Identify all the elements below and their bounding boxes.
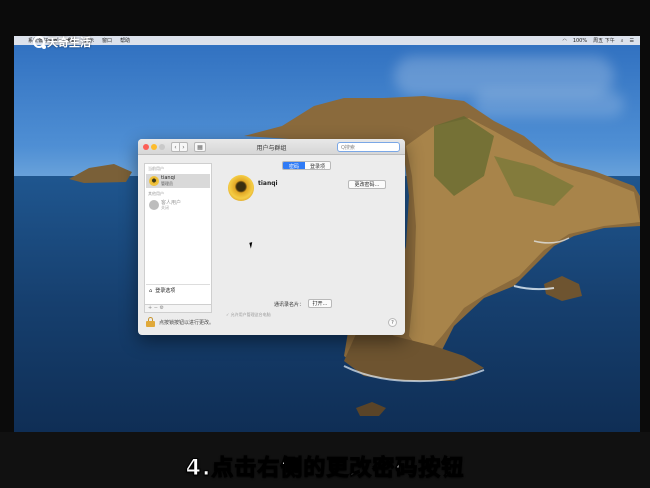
clock[interactable]: 周五 下午 (593, 37, 615, 44)
window-titlebar: ‹ › ▦ 用户与群组 Q搜索 (138, 139, 405, 155)
user-picture[interactable] (228, 175, 254, 201)
control-center-icon[interactable]: ☰ (630, 38, 634, 44)
tab-login-items[interactable]: 登录项 (305, 162, 331, 169)
video-caption: 4.点击右侧的更改密码按钮 (185, 456, 465, 482)
wifi-icon[interactable]: ◠ (562, 38, 566, 44)
spotlight-icon[interactable]: ⌕ (621, 38, 624, 44)
avatar (149, 176, 159, 186)
search-input[interactable]: Q搜索 (337, 142, 400, 152)
battery-percent[interactable]: 100% (573, 38, 587, 44)
lock-icon[interactable] (146, 317, 155, 327)
guest-status: 关闭 (161, 205, 169, 210)
users-sidebar: 当前用户 tianqi 管理员 其他用户 客人用户 关闭 ⌂ 登录选项 (144, 163, 212, 305)
watermark-logo: 天奇生活 (33, 34, 91, 50)
menu-item-help[interactable]: 帮助 (120, 37, 130, 44)
guest-avatar-icon (149, 200, 159, 210)
tab-password[interactable]: 密码 (283, 162, 306, 169)
monitor-bezel-top (0, 0, 650, 36)
watermark-ring-icon (33, 36, 46, 49)
login-options-item[interactable]: ⌂ 登录选项 (146, 284, 210, 296)
login-options-label: 登录选项 (155, 288, 176, 294)
other-users-header: 其他用户 (148, 191, 164, 196)
sidebar-item-guest-user[interactable]: 客人用户 关闭 (146, 198, 210, 212)
user-detail-pane: 密码 登录项 tianqi 更改密码… 通讯录名片： 打开… ✓ 允许用户管理这… (216, 159, 401, 317)
current-user-header: 当前用户 (148, 166, 164, 171)
watermark-text: 天奇生活 (47, 36, 91, 49)
tab-bar: 密码 登录项 (282, 161, 332, 170)
menu-item-window[interactable]: 窗口 (102, 37, 112, 44)
user-full-name: tianqi (258, 180, 278, 187)
sidebar-toolbar[interactable]: + − ⚙ (144, 305, 212, 313)
status-area: ◠ 100% 周五 下午 ⌕ ☰ (562, 36, 634, 45)
admin-checkbox[interactable]: ✓ 允许用户管理这台电脑 (226, 312, 271, 318)
video-frame: 系统偏好设置 编辑 显示 窗口 帮助 ◠ 100% 周五 下午 ⌕ ☰ 天奇生活… (0, 0, 650, 488)
help-button[interactable]: ? (388, 318, 397, 327)
monitor-bezel-right (640, 36, 650, 432)
contact-card-label: 通讯录名片： (274, 302, 305, 308)
sidebar-item-current-user[interactable]: tianqi 管理员 (146, 174, 210, 188)
users-groups-window: ‹ › ▦ 用户与群组 Q搜索 当前用户 tianqi 管理员 其他用户 客人用… (138, 139, 405, 335)
house-icon: ⌂ (149, 287, 153, 294)
monitor-bezel-left (0, 36, 14, 432)
user-role: 管理员 (161, 181, 173, 186)
open-button[interactable]: 打开… (308, 299, 332, 308)
menu-bar: 系统偏好设置 编辑 显示 窗口 帮助 ◠ 100% 周五 下午 ⌕ ☰ (14, 36, 640, 45)
lock-hint-text: 点按锁按钮以进行更改。 (159, 320, 215, 326)
change-password-button[interactable]: 更改密码… (348, 180, 386, 189)
